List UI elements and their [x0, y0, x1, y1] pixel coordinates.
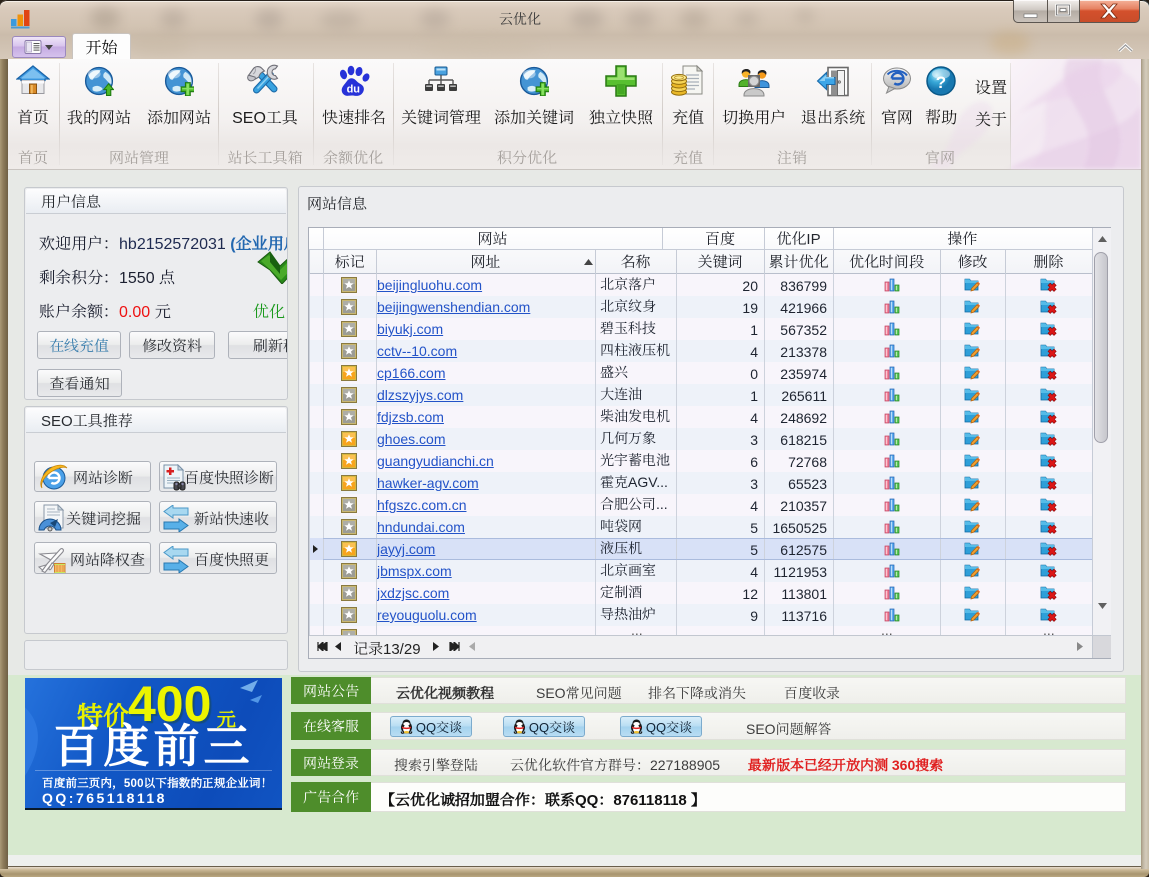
svg-text:du: du	[347, 84, 360, 96]
svg-text:?: ?	[936, 73, 946, 92]
